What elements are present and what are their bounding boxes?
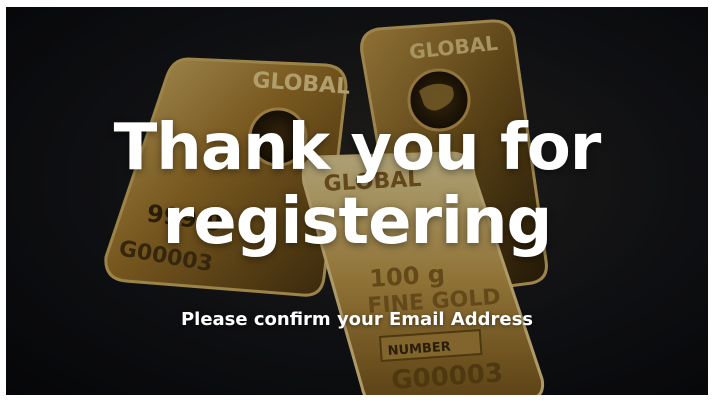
page-title: Thank you for registering — [6, 111, 708, 259]
title-line-2: registering — [162, 185, 553, 259]
confirm-email-subtitle: Please confirm your Email Address — [180, 309, 534, 330]
title-line-1: Thank you for — [113, 111, 602, 185]
hero-banner: GLOBAL GLOBAL 999.9 G00003 GLOBAL 100 g … — [6, 7, 708, 395]
